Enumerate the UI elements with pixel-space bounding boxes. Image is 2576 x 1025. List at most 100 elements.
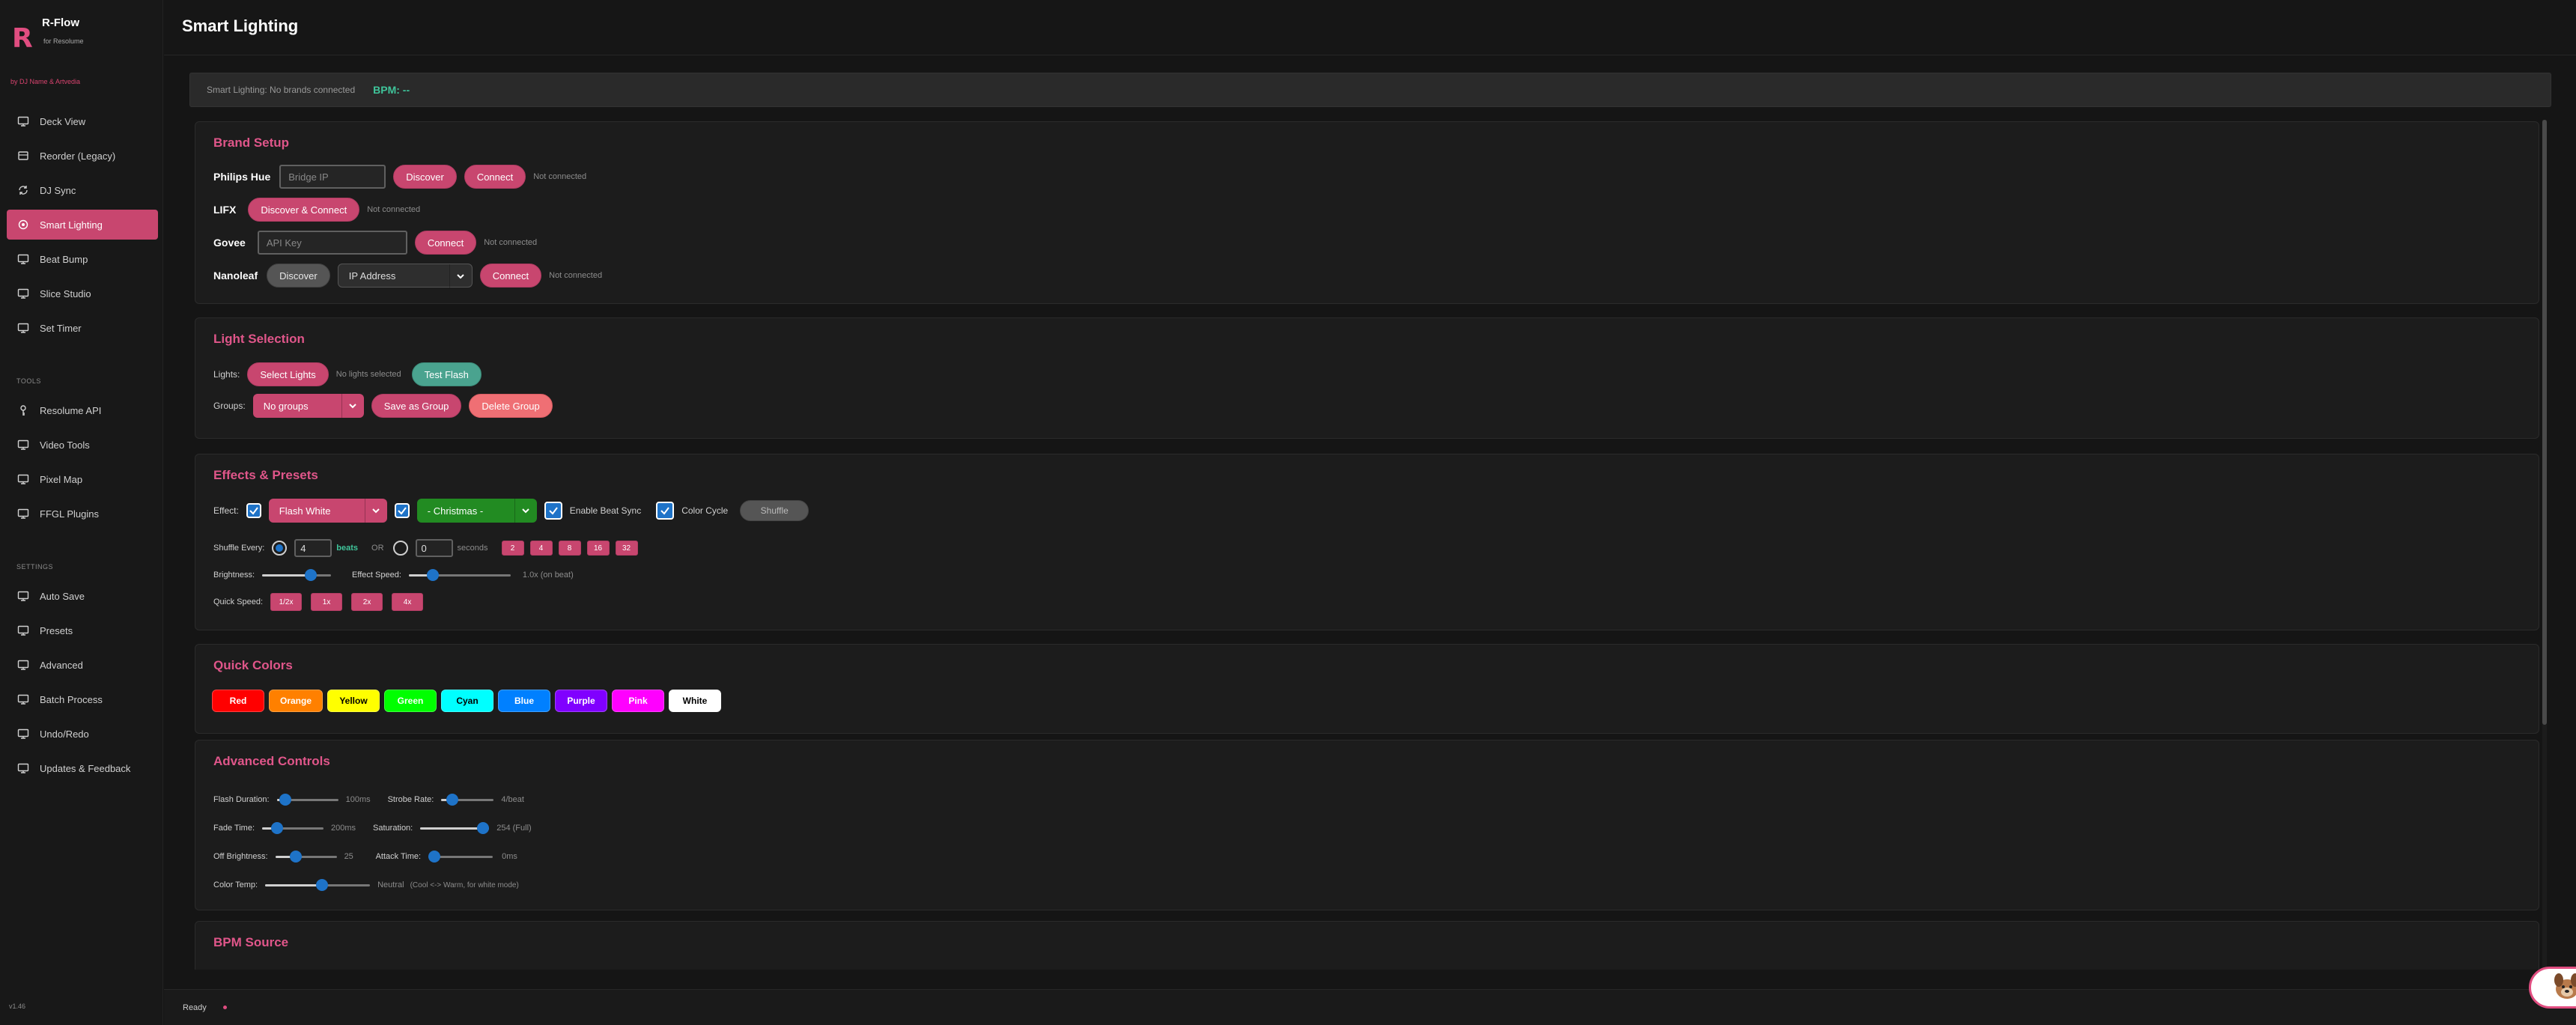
govee-connect-button[interactable]: Connect xyxy=(414,231,477,255)
quick-speed-button[interactable]: 1/2x xyxy=(270,593,303,611)
strobe-rate-label: Strobe Rate: xyxy=(387,795,434,804)
strobe-rate-slider-thumb[interactable] xyxy=(446,794,458,806)
seconds-input[interactable]: 0 xyxy=(415,539,453,557)
beat-preset-button[interactable]: 4 xyxy=(529,541,553,556)
seconds-radio[interactable] xyxy=(392,541,408,556)
beat-preset-button[interactable]: 32 xyxy=(615,541,638,556)
beat-preset-button[interactable]: 2 xyxy=(501,541,524,556)
sidebar-item-reorder-legacy[interactable]: Reorder (Legacy) xyxy=(7,141,158,171)
sidebar-item-video-tools[interactable]: Video Tools xyxy=(7,430,158,460)
fade-time-slider-thumb[interactable] xyxy=(270,822,283,834)
preset-select[interactable]: - Christmas - xyxy=(416,499,537,523)
flash-duration-slider[interactable] xyxy=(276,792,338,807)
sidebar-item-undo-redo[interactable]: Undo/Redo xyxy=(7,719,158,749)
monitor-icon xyxy=(17,439,29,451)
govee-label: Govee xyxy=(213,237,246,249)
brightness-slider[interactable] xyxy=(262,568,332,583)
color-button-green[interactable]: Green xyxy=(384,690,437,712)
strobe-rate-slider[interactable] xyxy=(441,792,494,807)
effect-enable-checkbox[interactable] xyxy=(246,503,261,518)
test-flash-button[interactable]: Test Flash xyxy=(411,362,482,386)
sidebar-item-deck-view[interactable]: Deck View xyxy=(7,106,158,136)
bpm-source-row xyxy=(213,967,553,970)
bridge-ip-input[interactable]: Bridge IP xyxy=(279,165,386,189)
brightness-slider-thumb[interactable] xyxy=(305,569,318,581)
color-button-cyan[interactable]: Cyan xyxy=(441,690,494,712)
app-window: R R-Flow for Resolume by DJ Name & Artve… xyxy=(0,0,2576,1025)
effect-speed-slider-thumb[interactable] xyxy=(426,569,439,581)
color-button-white[interactable]: White xyxy=(669,690,722,712)
groups-row: Groups: No groups Save as Group Delete G… xyxy=(213,393,560,419)
preset-enable-checkbox[interactable] xyxy=(394,503,410,518)
philips-discover-button[interactable]: Discover xyxy=(393,165,457,189)
off-brightness-value: 25 xyxy=(344,852,353,861)
no-lights-text: No lights selected xyxy=(335,370,401,379)
sidebar-item-auto-save[interactable]: Auto Save xyxy=(7,581,158,611)
quick-speed-button[interactable]: 2x xyxy=(351,593,383,611)
groups-select[interactable]: No groups xyxy=(252,394,364,418)
color-button-blue[interactable]: Blue xyxy=(498,690,551,712)
color-temp-slider-thumb[interactable] xyxy=(316,879,329,891)
shuffle-button[interactable]: Shuffle xyxy=(740,500,809,521)
sidebar-item-dj-sync[interactable]: DJ Sync xyxy=(7,175,158,205)
fade-time-slider[interactable] xyxy=(262,821,324,836)
quick-speed-button[interactable]: 1x xyxy=(311,593,343,611)
color-cycle-checkbox[interactable] xyxy=(656,502,675,520)
nanoleaf-connect-button[interactable]: Connect xyxy=(479,264,542,288)
sidebar-item-updates-feedback[interactable]: Updates & Feedback xyxy=(7,753,158,783)
color-button-orange[interactable]: Orange xyxy=(269,690,323,712)
color-temp-value: Neutral xyxy=(377,880,404,889)
select-lights-button[interactable]: Select Lights xyxy=(247,362,329,386)
quick-speed-label: Quick Speed: xyxy=(213,597,264,606)
sidebar-item-smart-lighting[interactable]: Smart Lighting xyxy=(7,210,158,240)
lifx-discover-connect-button[interactable]: Discover & Connect xyxy=(248,198,360,222)
color-button-purple[interactable]: Purple xyxy=(555,690,608,712)
monitor-icon xyxy=(17,288,29,299)
color-temp-row: Color Temp: Neutral (Cool <-> Warm, for … xyxy=(213,872,519,898)
color-button-yellow[interactable]: Yellow xyxy=(327,690,380,712)
effect-select[interactable]: Flash White xyxy=(268,499,387,523)
govee-row: Govee API Key Connect Not connected xyxy=(213,230,537,255)
sidebar: R R-Flow for Resolume by DJ Name & Artve… xyxy=(0,0,163,1025)
sidebar-item-set-timer[interactable]: Set Timer xyxy=(7,313,158,343)
tools-header: TOOLS xyxy=(16,377,41,385)
save-as-group-button[interactable]: Save as Group xyxy=(371,394,462,418)
beats-input[interactable]: 4 xyxy=(294,539,332,557)
delete-group-button[interactable]: Delete Group xyxy=(469,394,553,418)
color-temp-slider[interactable] xyxy=(265,878,371,892)
attack-time-slider[interactable] xyxy=(428,849,493,864)
sidebar-item-presets[interactable]: Presets xyxy=(7,615,158,645)
chevron-down-icon xyxy=(514,499,537,523)
sidebar-item-ffgl-plugins[interactable]: FFGL Plugins xyxy=(7,499,158,529)
sidebar-item-pixel-map[interactable]: Pixel Map xyxy=(7,464,158,494)
api-key-input[interactable]: API Key xyxy=(257,231,407,255)
feedback-button[interactable] xyxy=(2529,967,2576,1009)
sidebar-item-slice-studio[interactable]: Slice Studio xyxy=(7,279,158,308)
saturation-slider-thumb[interactable] xyxy=(477,822,490,834)
off-brightness-slider-thumb[interactable] xyxy=(290,851,303,863)
nanoleaf-discover-button[interactable]: Discover xyxy=(267,264,330,288)
seconds-unit: seconds xyxy=(457,544,488,553)
attack-time-slider-thumb[interactable] xyxy=(428,851,441,863)
beats-radio[interactable] xyxy=(272,541,288,556)
color-button-pink[interactable]: Pink xyxy=(612,690,665,712)
beat-sync-checkbox[interactable] xyxy=(544,502,562,520)
beat-preset-button[interactable]: 8 xyxy=(558,541,581,556)
quick-speed-button[interactable]: 4x xyxy=(392,593,424,611)
philips-connect-button[interactable]: Connect xyxy=(464,165,526,189)
effect-speed-slider[interactable] xyxy=(408,568,511,583)
sidebar-item-batch-process[interactable]: Batch Process xyxy=(7,684,158,714)
sidebar-item-resolume-api[interactable]: Resolume API xyxy=(7,395,158,425)
sidebar-item-beat-bump[interactable]: Beat Bump xyxy=(7,244,158,274)
ip-address-select[interactable]: IP Address xyxy=(337,264,473,288)
sidebar-item-advanced[interactable]: Advanced xyxy=(7,650,158,680)
monitor-icon xyxy=(17,473,29,485)
fade-time-label: Fade Time: xyxy=(213,824,255,833)
govee-status: Not connected xyxy=(484,238,538,247)
saturation-slider[interactable] xyxy=(420,821,490,836)
off-brightness-slider[interactable] xyxy=(275,849,337,864)
flash-duration-slider-thumb[interactable] xyxy=(279,794,291,806)
beat-preset-button[interactable]: 16 xyxy=(586,541,610,556)
color-cycle-label: Color Cycle xyxy=(681,505,729,516)
color-button-red[interactable]: Red xyxy=(212,690,264,712)
